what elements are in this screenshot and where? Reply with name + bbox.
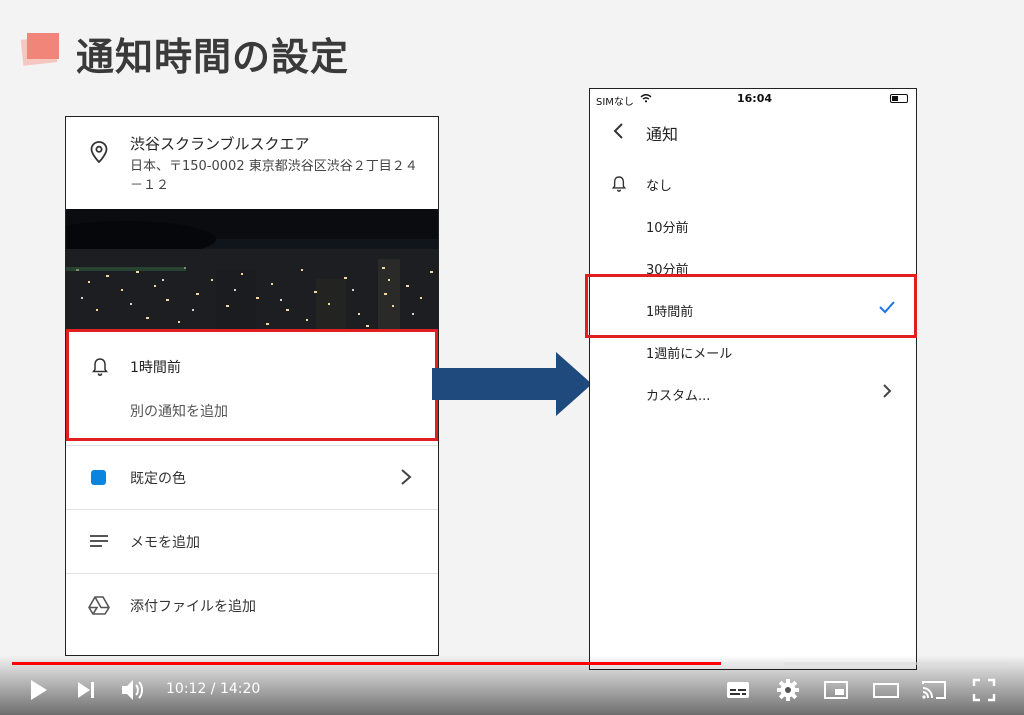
settings-gear-icon[interactable] xyxy=(774,676,802,704)
slide-title: 通知時間の設定 xyxy=(76,35,350,79)
night-city-image xyxy=(66,209,438,331)
bell-icon xyxy=(612,176,626,192)
option-1week-email[interactable]: 1週前にメール xyxy=(646,343,732,362)
location-row[interactable]: 渋谷スクランブルスクエア 日本、〒150-0002 東京都渋谷区渋谷２丁目２４－… xyxy=(66,117,438,209)
progress-fill xyxy=(12,662,722,665)
time-display: 10:12 / 14:20 xyxy=(166,681,261,697)
attachment-row[interactable]: 添付ファイルを追加 xyxy=(66,573,438,638)
color-swatch xyxy=(91,470,106,485)
location-photo xyxy=(66,209,438,331)
chevron-right-icon xyxy=(883,384,892,398)
option-custom[interactable]: カスタム... xyxy=(646,385,710,404)
option-none[interactable]: なし xyxy=(646,175,672,194)
chevron-right-icon xyxy=(401,469,412,485)
battery-icon xyxy=(890,94,908,103)
theater-mode-icon[interactable] xyxy=(872,676,900,704)
location-name: 渋谷スクランブルスクエア xyxy=(130,135,310,153)
next-icon[interactable] xyxy=(72,676,100,704)
title-accent xyxy=(27,33,59,59)
attachment-label: 添付ファイルを追加 xyxy=(130,599,256,615)
volume-icon[interactable] xyxy=(118,676,146,704)
back-chevron-icon[interactable] xyxy=(612,122,624,140)
highlight-box-notification xyxy=(66,329,438,441)
option-10min[interactable]: 10分前 xyxy=(646,217,689,236)
highlight-box-1hour xyxy=(585,274,917,338)
arrow-right-icon xyxy=(432,352,592,416)
notes-icon xyxy=(90,535,108,547)
status-carrier: SIMなし xyxy=(596,97,634,108)
slide: 通知時間の設定 渋谷スクランブルスクエア 日本、〒150-0002 東京都渋谷区… xyxy=(0,0,1024,715)
progress-bar[interactable] xyxy=(12,662,1008,665)
fullscreen-icon[interactable] xyxy=(970,676,998,704)
location-pin-icon xyxy=(90,141,108,163)
default-color-label: 既定の色 xyxy=(130,471,186,487)
subtitles-icon[interactable] xyxy=(724,676,752,704)
miniplayer-icon[interactable] xyxy=(822,676,850,704)
drive-icon xyxy=(88,596,110,615)
play-icon[interactable] xyxy=(24,676,52,704)
wifi-icon xyxy=(640,94,652,103)
default-color-row[interactable]: 既定の色 xyxy=(66,445,438,510)
memo-label: メモを追加 xyxy=(130,535,200,551)
notification-options-screen: SIMなし 16:04 通知 なし 10分前 30分前 1時間前 1週前にメール… xyxy=(589,88,917,670)
status-time: 16:04 xyxy=(737,92,773,105)
cast-icon[interactable] xyxy=(920,676,948,704)
screen-title: 通知 xyxy=(646,125,679,144)
memo-row[interactable]: メモを追加 xyxy=(66,509,438,574)
location-address: 日本、〒150-0002 東京都渋谷区渋谷２丁目２４－１２ xyxy=(130,159,418,193)
